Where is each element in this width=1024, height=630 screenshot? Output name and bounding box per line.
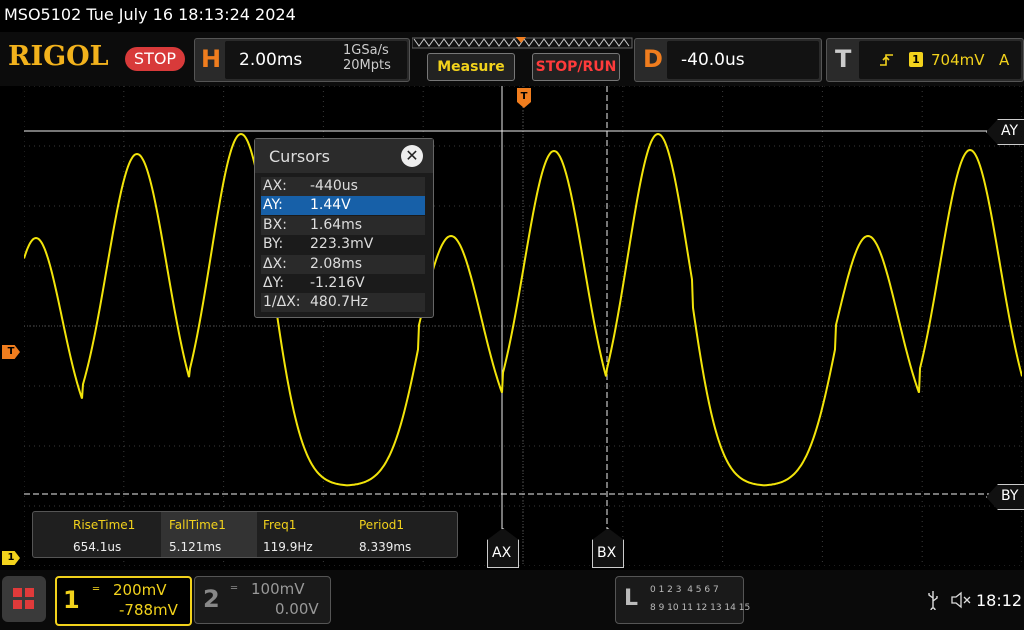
stop-run-button[interactable]: STOP/RUN	[532, 53, 620, 81]
measure-button[interactable]: Measure	[427, 53, 515, 81]
measurement-rise-time[interactable]: RiseTime1 654.1us	[65, 512, 161, 557]
cursor-ax-label: AX	[492, 545, 512, 561]
logic-channels-row1: 0 1 2 3 4 5 6 7	[650, 585, 719, 595]
cursor-row-value: -1.216V	[310, 275, 365, 291]
cursor-row-value: 1.64ms	[310, 217, 363, 233]
measurement-value: 119.9Hz	[263, 540, 313, 554]
measurement-name: Period1	[359, 518, 405, 532]
measurement-frequency[interactable]: Freq1 119.9Hz	[255, 512, 351, 557]
dc-coupling-icon: ═	[231, 583, 238, 594]
channel1-panel[interactable]: 1 ═ 200mV -788mV	[55, 576, 192, 626]
measurement-name: RiseTime1	[73, 518, 136, 532]
menu-grid-icon	[13, 588, 34, 609]
cursor-row-value: 1.44V	[310, 197, 351, 213]
rigol-logo: RIGOL	[8, 41, 109, 72]
channel1-offset: -788mV	[119, 601, 178, 619]
delay-letter: D	[643, 45, 663, 73]
main-menu-button[interactable]	[2, 576, 46, 622]
measurement-period[interactable]: Period1 8.339ms	[351, 512, 447, 557]
logic-analyzer-panel[interactable]: L 0 1 2 3 4 5 6 7 8 9 10 11 12 13 14 15	[615, 576, 750, 624]
cursor-by-label: BY	[1001, 488, 1019, 504]
close-icon[interactable]: ✕	[401, 145, 423, 167]
channel2-offset: 0.00V	[275, 600, 319, 618]
logic-channels-row2: 8 9 10 11 12 13 14 15	[650, 603, 751, 613]
horizontal-letter: H	[201, 45, 222, 73]
delay-value: -40.0us	[681, 50, 745, 70]
delay-panel[interactable]: D -40.0us	[634, 38, 822, 82]
cursors-dialog[interactable]: Cursors ✕ AX: -440us AY: 1.44V BX: 1.64m…	[254, 138, 434, 318]
logic-letter: L	[624, 586, 639, 611]
cursor-row-value: -440us	[310, 178, 358, 194]
cursor-ay-label: AY	[1001, 123, 1019, 139]
cursors-dialog-header[interactable]: Cursors ✕	[255, 139, 433, 173]
measurement-value: 8.339ms	[359, 540, 412, 554]
cursor-row-key: 1/ΔX:	[263, 294, 301, 310]
memory-depth: 20Mpts	[343, 58, 391, 73]
cursor-row-bx[interactable]: BX: 1.64ms	[261, 216, 425, 235]
cursor-row-key: BX:	[263, 217, 287, 233]
clock: 18:12	[976, 591, 1023, 610]
usb-icon	[928, 591, 938, 610]
cursor-row-key: ΔY:	[263, 275, 284, 291]
cursors-dialog-title: Cursors	[269, 147, 330, 166]
measurement-name: Freq1	[263, 518, 297, 532]
measurement-table[interactable]: RiseTime1 654.1us FallTime1 5.121ms Freq…	[32, 511, 458, 558]
channel2-panel[interactable]: 2 ═ 100mV 0.00V	[194, 576, 331, 624]
channel1-number: 1	[63, 586, 80, 614]
cursor-row-ay[interactable]: AY: 1.44V	[261, 196, 425, 215]
measurement-name: FallTime1	[169, 518, 226, 532]
cursor-row-ax[interactable]: AX: -440us	[261, 177, 425, 196]
trigger-letter: T	[835, 45, 852, 73]
cursor-row-by[interactable]: BY: 223.3mV	[261, 235, 425, 254]
channel1-scale: 200mV	[113, 581, 167, 599]
title-bar: MSO5102 Tue July 16 18:13:24 2024	[0, 0, 1024, 32]
cursor-row-dy: ΔY: -1.216V	[261, 274, 425, 293]
measurement-value: 5.121ms	[169, 540, 222, 554]
cursor-row-value: 223.3mV	[310, 236, 374, 252]
cursor-row-dx: ΔX: 2.08ms	[261, 255, 425, 274]
run-state-badge[interactable]: STOP	[125, 47, 185, 71]
cursor-row-key: BY:	[263, 236, 284, 252]
trigger-panel[interactable]: T 1 704mV A	[826, 38, 1024, 82]
title-text: MSO5102 Tue July 16 18:13:24 2024	[4, 5, 296, 24]
channel2-number: 2	[203, 585, 220, 613]
trigger-channel-badge: 1	[909, 52, 923, 67]
cursor-bx-label: BX	[597, 545, 617, 561]
cursor-row-value: 2.08ms	[310, 256, 363, 272]
rising-edge-icon	[880, 54, 893, 66]
channel2-scale: 100mV	[251, 580, 305, 598]
measurement-fall-time[interactable]: FallTime1 5.121ms	[161, 512, 257, 557]
horizontal-panel[interactable]: H 2.00ms 1GSa/s 20Mpts	[194, 38, 410, 82]
channel1-offset-marker[interactable]: 1	[2, 551, 20, 565]
measurement-value: 654.1us	[73, 540, 122, 554]
memory-overview-strip	[412, 37, 633, 49]
trigger-level: 704mV	[931, 51, 985, 69]
speaker-muted-icon[interactable]	[950, 590, 972, 610]
cursor-row-key: AY:	[263, 197, 283, 213]
trigger-mode: A	[999, 51, 1010, 69]
timebase-value: 2.00ms	[239, 50, 303, 70]
trigger-level-marker[interactable]: T	[2, 345, 20, 359]
sample-rate: 1GSa/s	[343, 43, 389, 58]
waveform-display[interactable]	[24, 86, 1022, 566]
cursor-row-key: AX:	[263, 178, 287, 194]
dc-coupling-icon: ═	[93, 584, 100, 595]
cursor-row-key: ΔX:	[263, 256, 287, 272]
cursor-row-value: 480.7Hz	[310, 294, 368, 310]
cursor-row-inv-dx: 1/ΔX: 480.7Hz	[261, 293, 425, 312]
